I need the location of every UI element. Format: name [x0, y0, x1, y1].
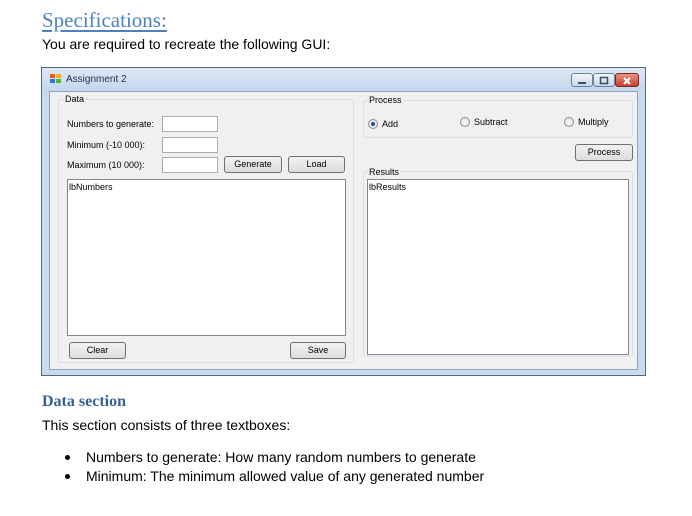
maximize-button[interactable] — [593, 73, 615, 87]
save-button[interactable]: Save — [290, 342, 346, 359]
maximize-icon — [599, 76, 609, 85]
results-listbox-name: lbResults — [369, 182, 407, 192]
minimize-icon — [578, 82, 586, 84]
process-button[interactable]: Process — [575, 144, 633, 161]
app-window: Assignment 2 Data Numbers to generate: M… — [41, 67, 646, 376]
subtract-radio-label: Subtract — [474, 117, 508, 127]
maximum-input[interactable] — [162, 157, 218, 173]
numbers-listbox[interactable]: lbNumbers — [67, 179, 346, 336]
generate-button[interactable]: Generate — [224, 156, 282, 173]
numbers-listbox-name: lbNumbers — [69, 182, 113, 192]
results-listbox[interactable]: lbResults — [367, 179, 629, 355]
results-group-label: Results — [368, 167, 401, 177]
data-group-label: Data — [64, 94, 86, 104]
spec-intro: You are required to recreate the followi… — [42, 36, 331, 52]
app-icon — [50, 74, 61, 83]
list-item: Minimum: The minimum allowed value of an… — [62, 467, 484, 486]
data-section-intro: This section consists of three textboxes… — [42, 417, 291, 433]
list-item: Numbers to generate: How many random num… — [62, 448, 484, 467]
process-group-label: Process — [368, 95, 403, 105]
minimum-input[interactable] — [162, 137, 218, 153]
window-client: Data Numbers to generate: Minimum (-10 0… — [49, 91, 638, 370]
multiply-radio-label: Multiply — [578, 117, 609, 127]
add-radio[interactable] — [368, 119, 378, 129]
window-title: Assignment 2 — [66, 74, 127, 85]
data-section-heading: Data section — [42, 393, 126, 410]
minimize-button[interactable] — [571, 73, 593, 87]
add-radio-label: Add — [382, 119, 399, 129]
numbers-label: Numbers to generate: — [67, 119, 155, 129]
title-bar: Assignment 2 — [42, 68, 645, 91]
clear-button[interactable]: Clear — [69, 342, 126, 359]
bullet-list: Numbers to generate: How many random num… — [62, 448, 484, 486]
close-icon — [623, 77, 631, 85]
minimum-label: Minimum (-10 000): — [67, 140, 146, 150]
subtract-radio[interactable] — [460, 117, 470, 127]
maximum-label: Maximum (10 000): — [67, 160, 145, 170]
multiply-radio[interactable] — [564, 117, 574, 127]
load-button[interactable]: Load — [288, 156, 345, 173]
numbers-input[interactable] — [162, 116, 218, 132]
close-button[interactable] — [615, 73, 639, 87]
spec-heading: Specifications: — [42, 8, 167, 32]
